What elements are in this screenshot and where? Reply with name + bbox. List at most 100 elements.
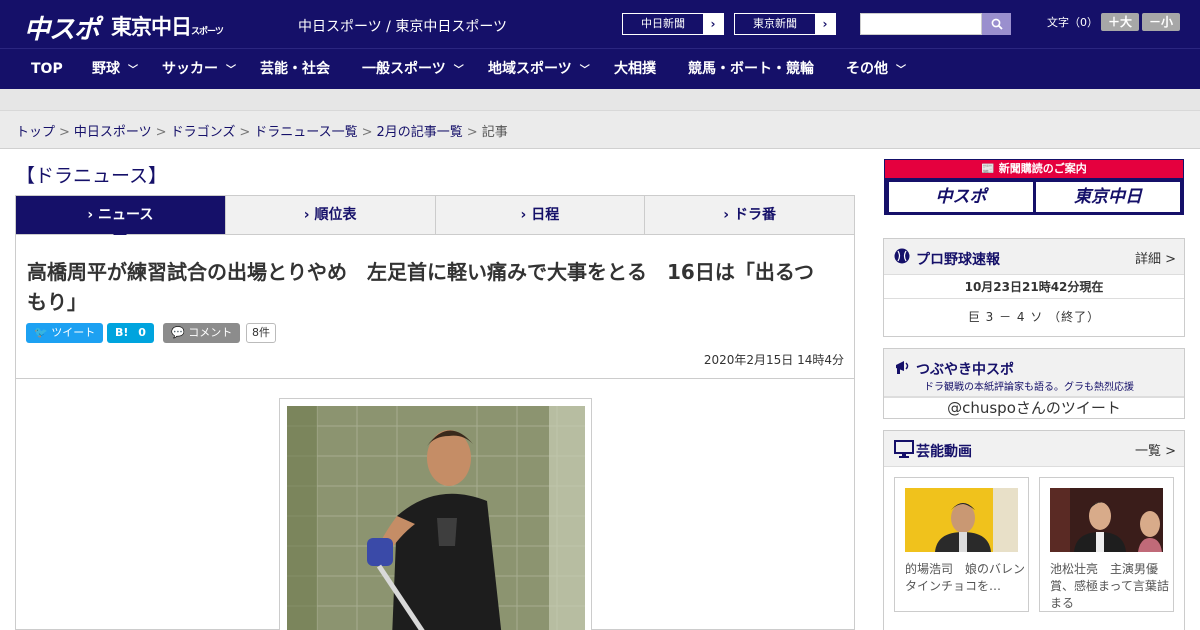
nav-label: 一般スポーツ	[362, 61, 446, 77]
tab-dora-ban[interactable]: › ドラ番	[645, 196, 854, 234]
news-tabs: › ニュース › 順位表 › 日程 › ドラ番	[15, 195, 855, 241]
nav-label: 地域スポーツ	[488, 61, 572, 77]
subscribe-tokyo-button[interactable]: 東京中日	[1036, 182, 1180, 212]
chevron-down-icon: ﹀	[453, 65, 464, 76]
search-input[interactable]	[860, 13, 982, 35]
breadcrumb-separator: >	[155, 125, 167, 140]
baseball-icon	[894, 248, 910, 268]
video-thumbnail	[1050, 488, 1163, 552]
subscribe-title-text: 新聞購読のご案内	[998, 162, 1087, 175]
baseball-details-link[interactable]: 詳細 >	[1135, 248, 1176, 267]
font-smaller-button[interactable]: －小	[1142, 13, 1180, 31]
breadcrumb-link-top[interactable]: トップ	[16, 125, 55, 140]
tsubuyaki-box: つぶやき中スポ ドラ観戦の本紙評論家も語る。グラも熱烈応援 @chuspoさんの…	[883, 348, 1185, 419]
comment-count: 8件	[246, 323, 276, 343]
comment-label: コメント	[188, 326, 233, 339]
newspaper-icon: 📰	[981, 162, 995, 175]
tab-standings[interactable]: › 順位表	[226, 196, 436, 234]
nav-item-general-sports[interactable]: 一般スポーツ ﹀	[362, 49, 464, 90]
article-headline: 高橋周平が練習試合の出場とりやめ 左足首に軽い痛みで大事をとる 16日は「出るつ…	[27, 260, 815, 314]
comment-button[interactable]: 💬 コメント	[163, 323, 241, 343]
tokyo-logo-sub: スポーツ	[191, 27, 224, 37]
box-title: つぶやき中スポ	[916, 362, 1014, 378]
megaphone-icon	[894, 358, 912, 380]
comment-bubble-icon: 💬	[171, 326, 185, 339]
tweet-label: ツイート	[51, 326, 96, 339]
breadcrumb-link-february[interactable]: 2月の記事一覧	[377, 125, 463, 140]
nav-label: 大相撲	[614, 61, 656, 77]
video-caption: 池松壮亮 主演男優賞、感極まって言葉詰まる	[1050, 562, 1169, 610]
article-date: 2020年2月15日 14時4分	[703, 353, 844, 367]
baseball-scores-box: プロ野球速報 詳細 > 10月23日21時42分現在 巨 3 － 4 ソ （終了…	[883, 238, 1185, 337]
video-list-link[interactable]: 一覧 >	[1135, 440, 1176, 459]
tweet-button[interactable]: 🐦 ツイート	[26, 323, 104, 343]
chevron-right-icon: ›	[520, 207, 532, 223]
chevron-down-icon: ﹀	[896, 65, 906, 76]
hatena-bookmark-button[interactable]: B! 0	[107, 323, 154, 343]
chevron-right-icon: ›	[703, 14, 723, 34]
font-larger-button[interactable]: ＋大	[1101, 13, 1139, 31]
nav-sub-strip	[0, 89, 1200, 111]
tab-label: 順位表	[314, 207, 357, 223]
chevron-right-icon: ›	[303, 207, 315, 223]
tokyo-chunichi-logo[interactable]: 東京中日スポーツ	[111, 11, 224, 41]
subscribe-title: 📰 新聞購読のご案内	[885, 160, 1183, 178]
nav-label: TOP	[31, 61, 63, 77]
chevron-right-icon: ›	[87, 207, 99, 223]
nav-label: 野球	[92, 61, 120, 77]
chevron-down-icon: ﹀	[128, 65, 138, 76]
video-card[interactable]: 的場浩司 娘のバレンタインチョコを…	[894, 477, 1029, 612]
nav-item-soccer[interactable]: サッカー ﹀	[162, 49, 236, 90]
hatena-count: 0	[138, 326, 146, 339]
tab-schedule[interactable]: › 日程	[436, 196, 646, 234]
breadcrumb-link-dragons[interactable]: ドラゴンズ	[171, 125, 236, 140]
search-button[interactable]	[982, 13, 1011, 35]
tokyo-shimbun-link[interactable]: 東京新聞 ›	[734, 13, 836, 35]
breadcrumb: トップ > 中日スポーツ > ドラゴンズ > ドラニュース一覧 >2月の記事一覧 > 記事	[16, 121, 508, 140]
nav-item-other[interactable]: その他 ﹀	[846, 49, 906, 90]
chevron-right-icon: ›	[815, 14, 835, 34]
breadcrumb-separator: >	[466, 125, 478, 140]
chevron-right-icon: ›	[723, 207, 734, 223]
hatena-label: B!	[115, 326, 129, 339]
search-icon	[991, 18, 1003, 30]
font-size-label: 文字（0）	[1047, 16, 1098, 29]
twitter-bird-icon: 🐦	[34, 326, 48, 339]
tab-news[interactable]: › ニュース	[16, 196, 226, 241]
nav-item-regional-sports[interactable]: 地域スポーツ ﹀	[488, 49, 590, 90]
score-timestamp: 10月23日21時42分現在	[884, 275, 1184, 299]
breadcrumb-link-chunichi-sports[interactable]: 中日スポーツ	[74, 125, 152, 140]
section-title: 【ドラニュース】	[16, 165, 168, 187]
main-nav: TOP 野球 ﹀ サッカー ﹀ 芸能・社会 一般スポーツ ﹀ 地域スポーツ ﹀ 大相撲 …	[0, 48, 1200, 89]
breadcrumb-current: 記事	[481, 125, 508, 140]
chevron-down-icon: ﹀	[226, 65, 236, 76]
nav-item-baseball[interactable]: 野球 ﹀	[92, 49, 138, 90]
score-line[interactable]: 巨 3 － 4 ソ （終了）	[884, 299, 1184, 335]
nav-label: サッカー	[162, 61, 218, 77]
subscribe-banner[interactable]: 📰 新聞購読のご案内 中スポ 東京中日	[884, 159, 1184, 215]
chuspo-logo[interactable]: 中スポ	[24, 9, 100, 46]
chunichi-shimbun-link[interactable]: 中日新聞 ›	[622, 13, 724, 35]
tab-label: ニュース	[98, 207, 154, 223]
article: 高橋周平が練習試合の出場とりやめ 左足首に軽い痛みで大事をとる 16日は「出るつ…	[15, 235, 855, 630]
breadcrumb-separator: >	[239, 125, 251, 140]
breadcrumb-link-dra-news[interactable]: ドラニュース一覧	[254, 125, 357, 140]
tab-label: 日程	[531, 207, 560, 223]
site-title: 中日スポーツ / 東京中日スポーツ	[298, 19, 508, 35]
article-photo[interactable]	[287, 406, 585, 630]
video-card[interactable]: 池松壮亮 主演男優賞、感極まって言葉詰まる	[1039, 477, 1174, 612]
box-header: つぶやき中スポ ドラ観戦の本紙評論家も語る。グラも熱烈応援	[884, 349, 1184, 397]
subscribe-chuspo-button[interactable]: 中スポ	[889, 182, 1033, 212]
nav-item-entertainment[interactable]: 芸能・社会	[260, 49, 330, 90]
nav-item-top[interactable]: TOP	[31, 49, 63, 90]
entertainment-video-box: 芸能動画 一覧 > 的場浩司 娘のバレンタインチョコを… 池松壮亮 主演男優賞、…	[883, 430, 1185, 630]
nav-label: 芸能・社会	[260, 61, 330, 77]
twitter-feed-link[interactable]: @chuspoさんのツイート	[884, 397, 1184, 418]
nav-item-sumo[interactable]: 大相撲	[614, 49, 656, 90]
nav-item-racing[interactable]: 競馬・ボート・競輪	[688, 49, 814, 90]
breadcrumb-separator: >	[59, 125, 70, 140]
box-header: 芸能動画 一覧 >	[884, 431, 1184, 467]
breadcrumb-separator: >	[361, 125, 373, 140]
paper-link-label: 東京新聞	[753, 17, 797, 30]
nav-label: 競馬・ボート・競輪	[688, 61, 814, 77]
